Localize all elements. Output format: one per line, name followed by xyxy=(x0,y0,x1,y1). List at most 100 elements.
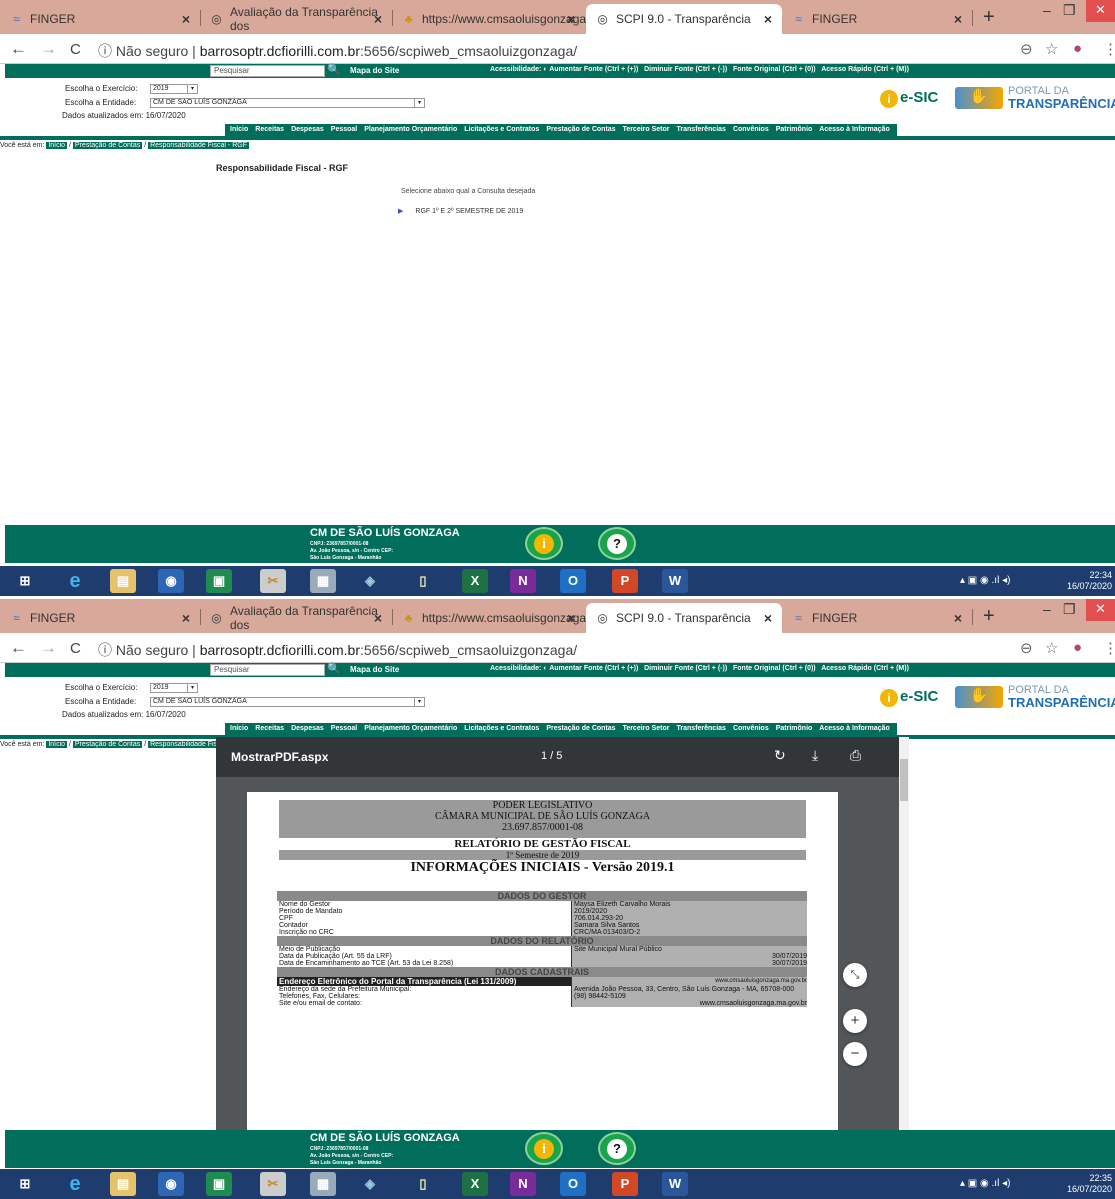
esic-logo[interactable]: i e-SIC xyxy=(880,88,942,110)
tab-finger-1[interactable]: ≈ FINGER × xyxy=(0,4,200,34)
onenote-icon[interactable]: N xyxy=(510,569,536,593)
esic-logo[interactable]: i e-SIC xyxy=(880,687,942,709)
menu-transferencias[interactable]: Transferências xyxy=(677,725,726,732)
crumb-inicio[interactable]: Início xyxy=(46,741,68,748)
footer-esic-button[interactable]: i xyxy=(525,1132,563,1165)
zoom-in-button[interactable]: + xyxy=(843,1009,867,1033)
paint-icon[interactable]: ◈ xyxy=(357,569,383,593)
crumb-prestacao[interactable]: Prestação de Contas xyxy=(72,741,143,748)
menu-acesso-informacao[interactable]: Acesso à Informação xyxy=(819,126,889,133)
zoom-icon[interactable]: ⊖ xyxy=(1020,639,1033,657)
close-tab-icon[interactable]: × xyxy=(374,610,382,626)
url-field[interactable]: ⓘ Não seguro | barrosoptr.dcfiorilli.com… xyxy=(98,640,577,660)
close-tab-icon[interactable]: × xyxy=(954,610,962,626)
exercicio-select[interactable]: 2019 ▾ xyxy=(150,84,198,94)
close-tab-icon[interactable]: × xyxy=(764,610,772,626)
entidade-select[interactable]: CM DE SAO LUÍS GONZAGA ▾ xyxy=(150,697,425,707)
notepad-icon[interactable]: ▯ xyxy=(410,1172,436,1196)
menu-receitas[interactable]: Receitas xyxy=(255,725,284,732)
minimize-button[interactable]: – xyxy=(1043,2,1051,18)
print-icon[interactable]: ⎙ xyxy=(850,747,861,764)
tab-finger-2[interactable]: ≈ FINGER × xyxy=(782,603,972,633)
new-tab-button[interactable]: + xyxy=(983,6,995,29)
windows-start-icon[interactable]: ⊞ xyxy=(12,569,38,593)
windows-start-icon[interactable]: ⊞ xyxy=(12,1172,38,1196)
decrease-font-link[interactable]: Diminuir Fonte (Ctrl + (-)) xyxy=(644,66,727,73)
tab-avaliacao[interactable]: ◎ Avaliação da Transparência dos × xyxy=(200,4,392,34)
exercicio-select[interactable]: 2019 ▾ xyxy=(150,683,198,693)
menu-inicio[interactable]: Início xyxy=(230,126,248,133)
powerpoint-icon[interactable]: P xyxy=(612,1172,638,1196)
site-search-input[interactable]: Pesquisar xyxy=(210,664,325,676)
outlook-icon[interactable]: O xyxy=(560,569,586,593)
close-tab-icon[interactable]: × xyxy=(954,11,962,27)
rgf-item-link[interactable]: ▶ RGF 1º E 2º SEMESTRE DE 2019 xyxy=(398,207,523,215)
search-icon[interactable]: 🔍 xyxy=(327,662,341,675)
menu-licitacoes[interactable]: Licitações e Contratos xyxy=(464,126,539,133)
footer-esic-button[interactable]: i xyxy=(525,527,563,560)
crumb-prestacao[interactable]: Prestação de Contas xyxy=(72,142,143,149)
entidade-select[interactable]: CM DE SAO LUÍS GONZAGA ▾ xyxy=(150,98,425,108)
explorer-icon[interactable]: ▤ xyxy=(110,1172,136,1196)
increase-font-link[interactable]: Aumentar Fonte (Ctrl + (+)) xyxy=(549,66,638,73)
menu-planejamento[interactable]: Planejamento Orçamentário xyxy=(364,126,457,133)
portal-transparencia-logo[interactable]: ✋ PORTAL DA TRANSPARÊNCIA xyxy=(955,85,1115,113)
menu-planejamento[interactable]: Planejamento Orçamentário xyxy=(364,725,457,732)
fit-page-icon[interactable]: ⤡ xyxy=(843,963,867,987)
menu-dots-icon[interactable]: ⋮ xyxy=(1103,639,1115,657)
portal-transparencia-logo[interactable]: ✋ PORTAL DA TRANSPARÊNCIA xyxy=(955,684,1115,712)
menu-transferencias[interactable]: Transferências xyxy=(677,126,726,133)
menu-terceiro-setor[interactable]: Terceiro Setor xyxy=(623,725,670,732)
site-map-link[interactable]: Mapa do Site xyxy=(350,66,399,75)
menu-pessoal[interactable]: Pessoal xyxy=(331,126,357,133)
window-close-button[interactable]: ✕ xyxy=(1086,0,1115,22)
snip-icon[interactable]: ✂ xyxy=(260,569,286,593)
footer-help-button[interactable]: ? xyxy=(598,527,636,560)
chrome-icon[interactable]: ◉ xyxy=(158,569,184,593)
restore-button[interactable]: ❐ xyxy=(1063,2,1076,19)
download-icon[interactable]: ⤓ xyxy=(812,747,818,764)
menu-licitacoes[interactable]: Licitações e Contratos xyxy=(464,725,539,732)
profile-icon[interactable]: ● xyxy=(1073,40,1082,57)
menu-despesas[interactable]: Despesas xyxy=(291,725,324,732)
new-tab-button[interactable]: + xyxy=(983,605,995,628)
decrease-font-link[interactable]: Diminuir Fonte (Ctrl + (-)) xyxy=(644,665,727,672)
ie-icon[interactable]: e xyxy=(62,569,88,593)
menu-prestacao[interactable]: Prestação de Contas xyxy=(546,126,615,133)
reload-icon[interactable]: C xyxy=(70,640,81,657)
menu-inicio[interactable]: Início xyxy=(230,725,248,732)
excel-icon[interactable]: X xyxy=(462,1172,488,1196)
system-tray[interactable]: ▴ ▣ ◉ .ıl ◂) xyxy=(960,1178,1010,1189)
onenote-icon[interactable]: N xyxy=(510,1172,536,1196)
original-font-link[interactable]: Fonte Original (Ctrl + (0)) xyxy=(733,66,816,73)
restore-button[interactable]: ❐ xyxy=(1063,601,1076,618)
footer-help-button[interactable]: ? xyxy=(598,1132,636,1165)
menu-convenios[interactable]: Convênios xyxy=(733,725,769,732)
ie-icon[interactable]: e xyxy=(62,1172,88,1196)
system-tray[interactable]: ▴ ▣ ◉ .ıl ◂) xyxy=(960,575,1010,586)
original-font-link[interactable]: Fonte Original (Ctrl + (0)) xyxy=(733,665,816,672)
close-tab-icon[interactable]: × xyxy=(567,11,575,27)
excel-icon[interactable]: X xyxy=(462,569,488,593)
tab-cmsaoluis[interactable]: ♣ https://www.cmsaoluisgonzaga × xyxy=(392,603,587,633)
notepad-icon[interactable]: ▯ xyxy=(410,569,436,593)
menu-patrimonio[interactable]: Patrimônio xyxy=(776,126,813,133)
tab-finger-1[interactable]: ≈ FINGER × xyxy=(0,603,200,633)
back-icon[interactable]: ← xyxy=(10,39,27,59)
rotate-icon[interactable]: ↻ xyxy=(774,747,786,764)
chrome-icon[interactable]: ◉ xyxy=(158,1172,184,1196)
close-tab-icon[interactable]: × xyxy=(182,610,190,626)
reload-icon[interactable]: C xyxy=(70,41,81,58)
menu-receitas[interactable]: Receitas xyxy=(255,126,284,133)
powerpoint-icon[interactable]: P xyxy=(612,569,638,593)
menu-convenios[interactable]: Convênios xyxy=(733,126,769,133)
tab-cmsaoluis[interactable]: ♣ https://www.cmsaoluisgonzaga × xyxy=(392,4,587,34)
outlook-icon[interactable]: O xyxy=(560,1172,586,1196)
zoom-icon[interactable]: ⊖ xyxy=(1020,40,1033,58)
search-icon[interactable]: 🔍 xyxy=(327,63,341,76)
profile-icon[interactable]: ● xyxy=(1073,639,1082,656)
menu-terceiro-setor[interactable]: Terceiro Setor xyxy=(623,126,670,133)
tab-finger-2[interactable]: ≈ FINGER × xyxy=(782,4,972,34)
url-field[interactable]: ⓘ Não seguro | barrosoptr.dcfiorilli.com… xyxy=(98,41,577,61)
menu-pessoal[interactable]: Pessoal xyxy=(331,725,357,732)
